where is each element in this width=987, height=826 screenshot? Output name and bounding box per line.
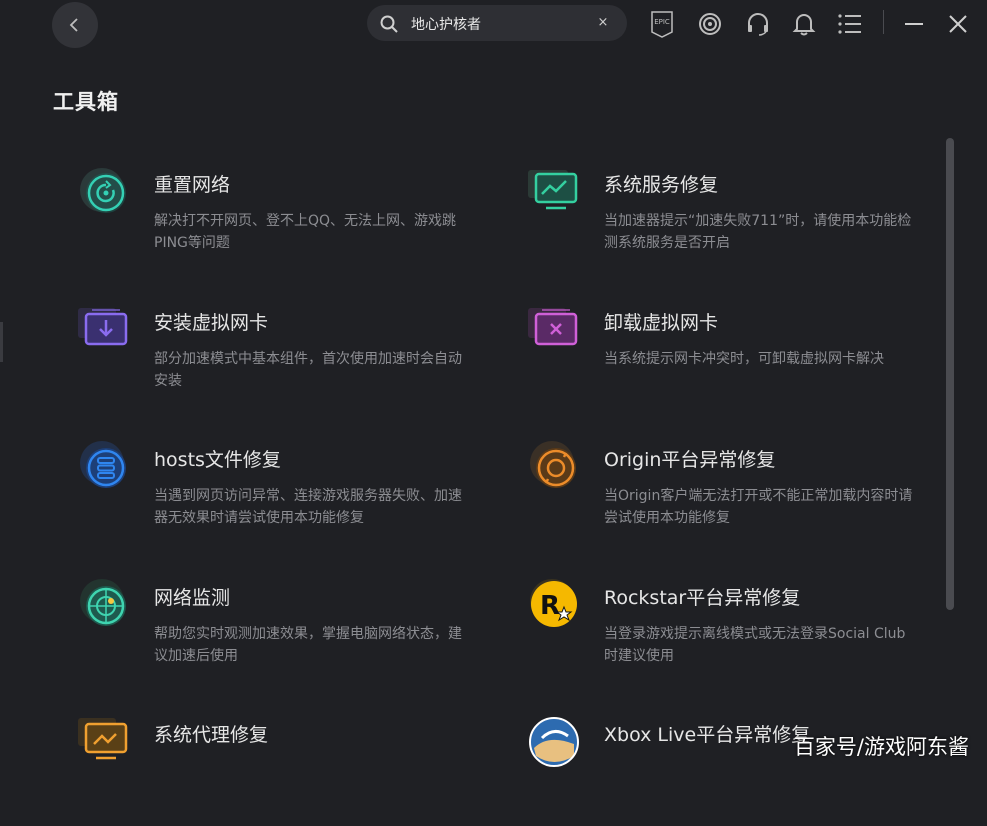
tool-desc: 当加速器提示“加速失败711”时，请使用本功能检测系统服务是否开启: [604, 213, 912, 251]
radar-icon: [78, 579, 130, 631]
tool-desc: 部分加速模式中基本组件，首次使用加速时会自动安装: [154, 351, 462, 389]
tool-origin-repair[interactable]: Origin平台异常修复 当Origin客户端无法打开或不能正常加载内容时请尝试…: [528, 441, 912, 551]
tool-hosts-repair[interactable]: hosts文件修复 当遇到网页访问异常、连接游戏服务器失败、加速器无效果时请尝试…: [78, 441, 462, 551]
tool-name: hosts文件修复: [154, 449, 281, 471]
tool-system-service[interactable]: 系统服务修复 当加速器提示“加速失败711”时，请使用本功能检测系统服务是否开启: [528, 166, 911, 276]
tool-name: Xbox Live平台异常修复: [604, 724, 811, 746]
tool-name: 系统服务修复: [604, 174, 719, 196]
tool-desc: 当遇到网页访问异常、连接游戏服务器失败、加速器无效果时请尝试使用本功能修复: [154, 488, 462, 526]
origin-icon: [528, 441, 580, 493]
proxy-icon: [78, 716, 130, 768]
tool-name: Origin平台异常修复: [604, 449, 776, 471]
tool-name: 卸载虚拟网卡: [604, 312, 719, 334]
tool-name: 系统代理修复: [154, 724, 269, 746]
tool-desc: 当系统提示网卡冲突时，可卸载虚拟网卡解决: [604, 351, 884, 367]
tool-network-monitor[interactable]: 网络监测 帮助您实时观测加速效果，掌握电脑网络状态，建议加速后使用: [78, 579, 462, 689]
tool-reset-network[interactable]: 重置网络 解决打不开网页、登不上QQ、无法上网、游戏跳PING等问题: [78, 166, 456, 276]
rockstar-icon: R: [528, 579, 580, 631]
tool-desc: 帮助您实时观测加速效果，掌握电脑网络状态，建议加速后使用: [154, 626, 462, 664]
tool-desc: 当登录游戏提示离线模式或无法登录Social Club时建议使用: [604, 626, 906, 664]
tool-uninstall-nic[interactable]: 卸载虚拟网卡 当系统提示网卡冲突时，可卸载虚拟网卡解决: [528, 304, 884, 414]
tool-desc: 当Origin客户端无法打开或不能正常加载内容时请尝试使用本功能修复: [604, 488, 913, 526]
xbox-live-icon: [528, 716, 580, 768]
svg-text:R: R: [540, 591, 560, 621]
hosts-icon: [78, 441, 130, 493]
tool-install-nic[interactable]: 安装虚拟网卡 部分加速模式中基本组件，首次使用加速时会自动安装: [78, 304, 462, 414]
vertical-scrollbar[interactable]: [946, 138, 954, 610]
tool-proxy-repair[interactable]: 系统代理修复: [78, 716, 408, 826]
tool-name: Rockstar平台异常修复: [604, 587, 801, 609]
toolbox-grid: 重置网络 解决打不开网页、登不上QQ、无法上网、游戏跳PING等问题 系统服务修…: [0, 0, 987, 775]
uninstall-nic-icon: [528, 304, 580, 356]
tool-rockstar-repair[interactable]: R Rockstar平台异常修复 当登录游戏提示离线模式或无法登录Social …: [528, 579, 905, 689]
system-service-icon: [528, 166, 580, 218]
tool-name: 重置网络: [154, 174, 231, 196]
reset-network-icon: [78, 166, 130, 218]
tool-name: 网络监测: [154, 587, 231, 609]
tool-name: 安装虚拟网卡: [154, 312, 269, 334]
watermark-text: 百家号/游戏阿东酱: [793, 735, 969, 759]
tool-desc: 解决打不开网页、登不上QQ、无法上网、游戏跳PING等问题: [154, 213, 457, 251]
install-nic-icon: [78, 304, 130, 356]
